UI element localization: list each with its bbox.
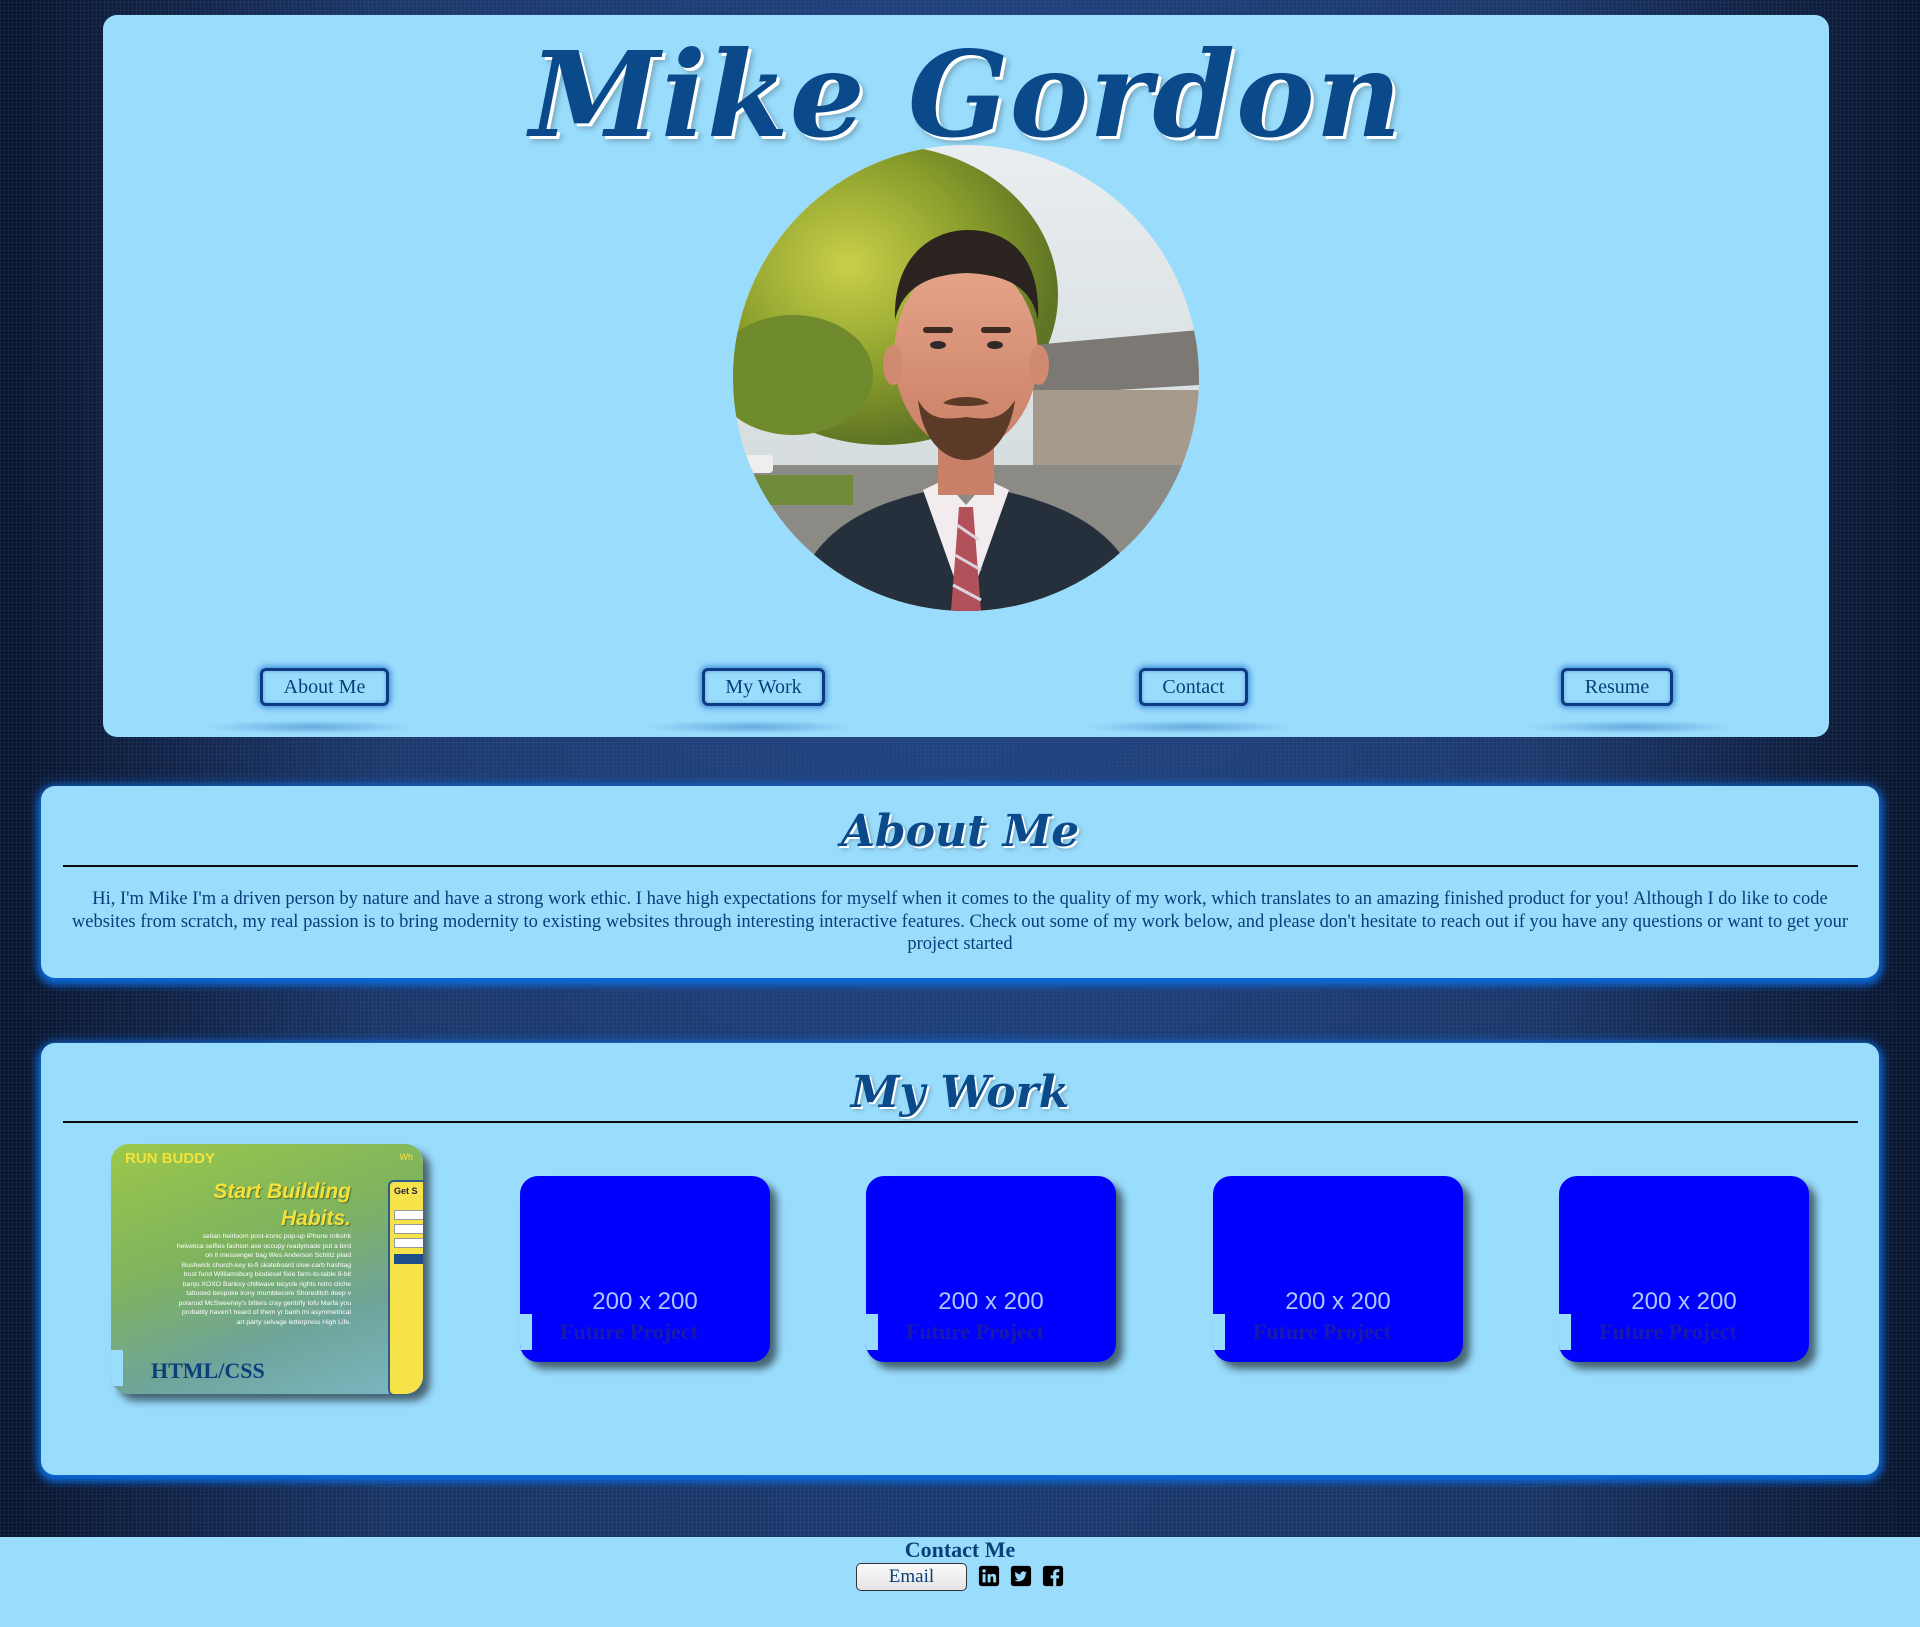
work-divider [63,1121,1858,1123]
facebook-icon[interactable] [1042,1565,1064,1587]
work-section: My Work RUN BUDDY Wh Start Building Habi… [41,1043,1879,1475]
contact-title: Contact Me [904,1537,1016,1562]
nav-contact-button[interactable]: Contact [1139,668,1248,706]
card-label-tab [520,1314,532,1350]
project-card-label: Future Project [1599,1319,1737,1344]
project-card-label: Future Project [560,1319,698,1344]
linkedin-icon[interactable] [978,1565,1000,1587]
nav-shadow [646,720,856,734]
about-title: About Me [840,806,1080,857]
placeholder-size-text: 200 x 200 [592,1288,698,1315]
run-buddy-form-field [394,1224,423,1234]
project-card-future-3[interactable]: 200 x 200 Future Project [1213,1176,1463,1362]
project-card-label: Future Project [906,1319,1044,1344]
profile-photo [733,145,1199,611]
run-buddy-logo: RUN BUDDY [125,1150,215,1167]
placeholder-size-text: 200 x 200 [938,1288,1044,1315]
card-label-tab [1213,1314,1225,1350]
nav-shadow [1086,720,1296,734]
card-label-tab [1559,1314,1571,1350]
nav-resume-button[interactable]: Resume [1561,668,1673,706]
header-panel: Mike Gordon About Me My Work Contact Res… [103,15,1829,737]
work-title: My Work [850,1067,1070,1118]
run-buddy-body-text: seitan heirloom post-ironic pop-up iPhon… [176,1233,351,1326]
nav-shadow [1526,720,1736,734]
placeholder-size-text: 200 x 200 [1285,1288,1391,1315]
run-buddy-form-title: Get S [394,1186,418,1196]
run-buddy-form-field [394,1210,423,1220]
project-card-label: HTML/CSS [151,1358,265,1383]
card-label-tab [866,1314,878,1350]
site-name: Mike Gordon [529,25,1403,164]
email-button[interactable]: Email [856,1563,967,1591]
nav-about-me-button[interactable]: About Me [260,668,389,706]
twitter-icon[interactable] [1010,1565,1032,1587]
about-section: About Me Hi, I'm Mike I'm a driven perso… [41,786,1879,978]
run-buddy-form-button [394,1254,423,1264]
run-buddy-form-field [394,1238,423,1248]
run-buddy-headline-line1: Start Building [213,1180,351,1203]
project-card-future-1[interactable]: 200 x 200 Future Project [520,1176,770,1362]
run-buddy-nav: Wh [399,1152,414,1162]
run-buddy-headline: Start Building Habits. [201,1178,351,1232]
nav-my-work-button[interactable]: My Work [702,668,825,706]
run-buddy-headline-line2: Habits. [280,1207,351,1230]
footer: Contact Me Email [0,1537,1920,1627]
about-text: Hi, I'm Mike I'm a driven person by natu… [71,889,1849,954]
about-divider [63,865,1858,867]
nav-shadow [206,720,416,734]
placeholder-size-text: 200 x 200 [1631,1288,1737,1315]
project-card-run-buddy[interactable]: RUN BUDDY Wh Start Building Habits. seit… [111,1144,423,1394]
project-card-future-2[interactable]: 200 x 200 Future Project [866,1176,1116,1362]
project-card-label: Future Project [1253,1319,1391,1344]
project-card-future-4[interactable]: 200 x 200 Future Project [1559,1176,1809,1362]
run-buddy-signup-form: Get S [388,1180,423,1394]
